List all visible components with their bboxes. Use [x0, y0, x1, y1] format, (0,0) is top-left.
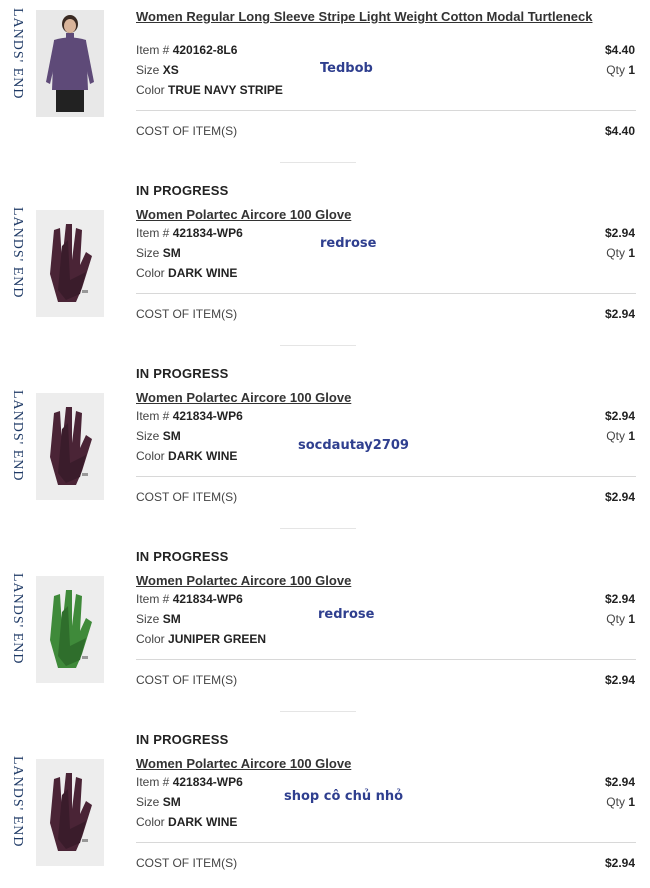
unit-price: $4.40	[604, 43, 635, 57]
order-item: LANDS' END IN PROGRESS Women Polartec Ai…	[0, 549, 650, 732]
product-image[interactable]	[36, 393, 104, 500]
order-item: LANDS' END IN PROGRESS Women Polartec Ai…	[0, 183, 650, 366]
glove-icon	[36, 576, 104, 683]
status-label: IN PROGRESS	[136, 183, 229, 198]
unit-price: $2.94	[604, 409, 635, 423]
product-image[interactable]	[36, 210, 104, 317]
item-color: Color DARK WINE	[136, 449, 238, 463]
item-number: Item # 420162-8L6	[136, 43, 238, 57]
item-color: Color TRUE NAVY STRIPE	[136, 83, 283, 97]
product-image[interactable]	[36, 10, 104, 117]
cost-value: $2.94	[604, 307, 635, 321]
order-item: LANDS' END Women Regular Long Sleeve Str…	[0, 0, 650, 183]
divider	[136, 842, 636, 843]
buyer-watermark: Tedbob	[320, 61, 373, 76]
item-size: Size SM	[136, 795, 181, 809]
brand-logo: LANDS' END	[10, 573, 25, 665]
brand-logo: LANDS' END	[10, 8, 25, 100]
cost-value: $2.94	[604, 856, 635, 870]
unit-price: $2.94	[604, 226, 635, 240]
item-separator	[280, 162, 356, 163]
cost-value: $4.40	[604, 124, 635, 138]
product-title-link[interactable]: Women Polartec Aircore 100 Glove	[136, 207, 596, 223]
cost-label: COST OF ITEM(S)	[136, 856, 238, 870]
glove-icon	[36, 393, 104, 500]
buyer-watermark: socdautay2709	[298, 438, 409, 453]
product-title-link[interactable]: Women Polartec Aircore 100 Glove	[136, 756, 596, 772]
turtleneck-icon	[36, 10, 104, 117]
item-separator	[280, 345, 356, 346]
item-color: Color DARK WINE	[136, 266, 238, 280]
status-label: IN PROGRESS	[136, 366, 229, 381]
divider	[136, 110, 636, 111]
item-separator	[280, 711, 356, 712]
product-title-link[interactable]: Women Regular Long Sleeve Stripe Light W…	[136, 9, 596, 25]
order-item: LANDS' END IN PROGRESS Women Polartec Ai…	[0, 366, 650, 549]
brand-logo: LANDS' END	[10, 756, 25, 848]
divider	[136, 476, 636, 477]
order-item: LANDS' END IN PROGRESS Women Polartec Ai…	[0, 732, 650, 888]
unit-price: $2.94	[604, 775, 635, 789]
product-title-link[interactable]: Women Polartec Aircore 100 Glove	[136, 390, 596, 406]
item-size: Size SM	[136, 612, 181, 626]
item-number: Item # 421834-WP6	[136, 409, 243, 423]
glove-icon	[36, 759, 104, 866]
item-separator	[280, 528, 356, 529]
status-label: IN PROGRESS	[136, 549, 229, 564]
cost-label: COST OF ITEM(S)	[136, 124, 238, 138]
brand-logo: LANDS' END	[10, 207, 25, 299]
glove-icon	[36, 210, 104, 317]
buyer-watermark: shop cô chủ nhỏ	[284, 789, 404, 804]
buyer-watermark: redrose	[320, 236, 377, 251]
product-image[interactable]	[36, 576, 104, 683]
quantity: Qty 1	[606, 63, 635, 77]
item-size: Size SM	[136, 246, 181, 260]
cost-label: COST OF ITEM(S)	[136, 490, 238, 504]
product-title-link[interactable]: Women Polartec Aircore 100 Glove	[136, 573, 596, 589]
brand-logo: LANDS' END	[10, 390, 25, 482]
item-number: Item # 421834-WP6	[136, 592, 243, 606]
product-image[interactable]	[36, 759, 104, 866]
cost-value: $2.94	[604, 490, 635, 504]
divider	[136, 293, 636, 294]
item-number: Item # 421834-WP6	[136, 775, 243, 789]
cost-value: $2.94	[604, 673, 635, 687]
divider	[136, 659, 636, 660]
item-number: Item # 421834-WP6	[136, 226, 243, 240]
status-label: IN PROGRESS	[136, 732, 229, 747]
unit-price: $2.94	[604, 592, 635, 606]
item-size: Size XS	[136, 63, 179, 77]
cost-label: COST OF ITEM(S)	[136, 673, 238, 687]
quantity: Qty 1	[606, 429, 635, 443]
item-size: Size SM	[136, 429, 181, 443]
item-color: Color JUNIPER GREEN	[136, 632, 267, 646]
cost-label: COST OF ITEM(S)	[136, 307, 238, 321]
item-color: Color DARK WINE	[136, 815, 238, 829]
quantity: Qty 1	[606, 246, 635, 260]
quantity: Qty 1	[606, 612, 635, 626]
quantity: Qty 1	[606, 795, 635, 809]
buyer-watermark: redrose	[318, 607, 375, 622]
